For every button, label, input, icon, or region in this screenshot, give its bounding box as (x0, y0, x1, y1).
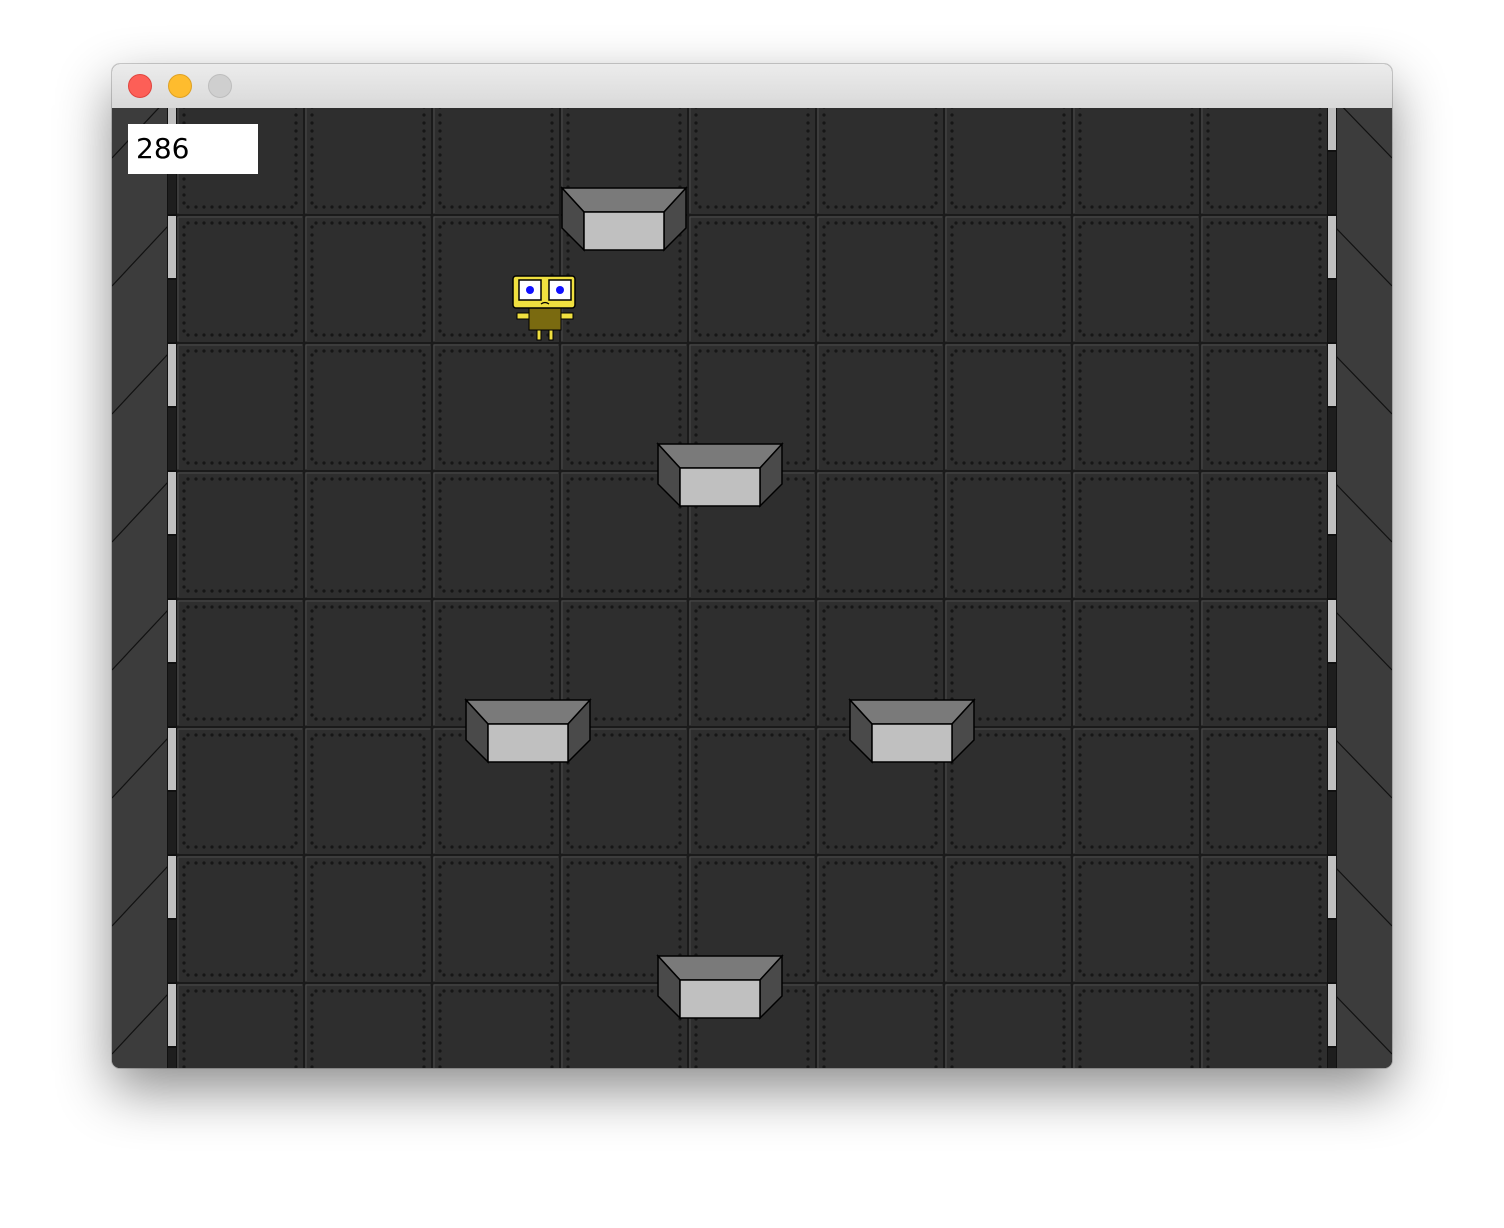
floor-tile (1199, 982, 1329, 1068)
maximize-button[interactable] (208, 74, 232, 98)
floor-tile (1199, 108, 1329, 216)
floor-tile (943, 470, 1073, 600)
platform (656, 954, 784, 1020)
floor-tile (431, 342, 561, 472)
floor-tile (943, 982, 1073, 1068)
floor-tile (175, 598, 305, 728)
floor-tile (303, 598, 433, 728)
floor-tile (1071, 854, 1201, 984)
floor-tile (175, 214, 305, 344)
floor-tile (303, 726, 433, 856)
floor-tile (943, 108, 1073, 216)
floor-tile (303, 470, 433, 600)
floor-tile (303, 342, 433, 472)
floor-tile (943, 342, 1073, 472)
floor-tile (1071, 214, 1201, 344)
floor-tile (303, 214, 433, 344)
floor-tile (175, 726, 305, 856)
floor-tile (431, 982, 561, 1068)
floor-tile (815, 214, 945, 344)
floor-tile (687, 214, 817, 344)
floor-tile (815, 470, 945, 600)
robot-pupil (556, 286, 564, 294)
floor-tile (815, 854, 945, 984)
floor-tile (815, 982, 945, 1068)
floor-tile (1199, 342, 1329, 472)
floor-tile (687, 598, 817, 728)
minimize-button[interactable] (168, 74, 192, 98)
floor-tile (175, 470, 305, 600)
floor-tiles (175, 108, 1392, 1068)
floor-tile (431, 108, 561, 216)
score-display: 286 (128, 124, 258, 174)
floor-tile (943, 214, 1073, 344)
title-bar (112, 64, 1392, 109)
floor-tile (1071, 108, 1201, 216)
floor-tile (1199, 214, 1329, 344)
close-button[interactable] (128, 74, 152, 98)
floor-tile (1199, 854, 1329, 984)
floor-tile (1071, 982, 1201, 1068)
floor-tile (431, 470, 561, 600)
floor-tile (1199, 470, 1329, 600)
game-scene (112, 108, 1392, 1068)
floor-tile (687, 726, 817, 856)
platform (848, 698, 976, 764)
floor-tile (303, 108, 433, 216)
floor-tile (431, 854, 561, 984)
floor-tile (175, 854, 305, 984)
floor-tile (175, 982, 305, 1068)
floor-tile (1071, 726, 1201, 856)
robot-body (528, 305, 562, 331)
floor-tile (1199, 598, 1329, 728)
floor-tile (687, 108, 817, 216)
left-wall (112, 108, 177, 1068)
game-window: 286 (112, 64, 1392, 1068)
floor-tile (1071, 342, 1201, 472)
platform (560, 186, 688, 252)
floor-tile (815, 342, 945, 472)
robot-pupil (526, 286, 534, 294)
floor-tile (1071, 470, 1201, 600)
floor-tile (815, 108, 945, 216)
floor-tile (1199, 726, 1329, 856)
game-canvas[interactable]: 286 (112, 108, 1392, 1068)
platform (464, 698, 592, 764)
platform (656, 442, 784, 508)
floor-tile (175, 342, 305, 472)
floor-tile (303, 854, 433, 984)
floor-tile (303, 982, 433, 1068)
right-wall (1327, 108, 1392, 1068)
floor-tile (943, 854, 1073, 984)
floor-tile (1071, 598, 1201, 728)
